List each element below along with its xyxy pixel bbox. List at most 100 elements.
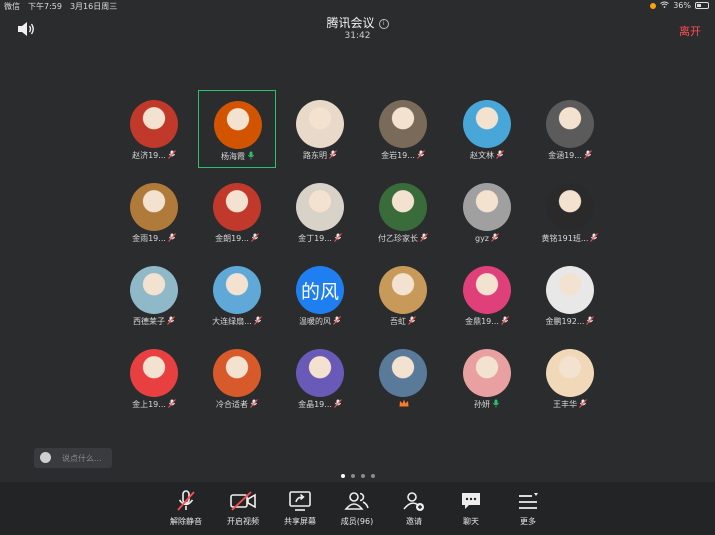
camera-off-icon xyxy=(215,490,271,512)
location-icon xyxy=(650,2,657,9)
avatar xyxy=(546,266,594,314)
participant-tile[interactable]: 大连绿扇... xyxy=(198,256,276,334)
mic-muted-icon xyxy=(250,399,258,410)
avatar xyxy=(379,100,427,148)
page-dot[interactable] xyxy=(350,474,355,478)
video-button[interactable]: 开启视频 xyxy=(215,490,271,527)
mic-on-icon xyxy=(247,151,255,162)
avatar xyxy=(379,266,427,314)
status-time: 下午7:59 xyxy=(28,2,62,11)
mic-muted-icon xyxy=(491,233,499,244)
share-button[interactable]: 共享屏幕 xyxy=(272,490,328,527)
participant-tile[interactable]: 金鹏192... xyxy=(531,256,609,334)
participant-name: 金丁19... xyxy=(281,233,359,244)
avatar xyxy=(213,349,261,397)
mic-muted-icon xyxy=(420,233,428,244)
participant-name xyxy=(364,399,442,409)
participant-name-text: 大连绿扇... xyxy=(212,317,252,326)
participant-tile[interactable]: gyz xyxy=(448,173,526,251)
meeting-title[interactable]: 腾讯会议 i xyxy=(0,14,715,31)
share-screen-icon xyxy=(272,490,328,512)
leave-button[interactable]: 离开 xyxy=(679,23,701,39)
page-indicator[interactable] xyxy=(0,463,715,482)
avatar xyxy=(463,100,511,148)
crown-icon xyxy=(399,399,409,409)
mic-muted-icon xyxy=(586,316,595,327)
mic-muted-icon xyxy=(168,233,176,244)
back-to-app[interactable]: 微信 xyxy=(4,1,20,12)
participant-name: 大连绿扇... xyxy=(198,316,276,327)
more-button[interactable]: 更多 xyxy=(500,490,556,527)
participant-name: 金上19... xyxy=(115,399,193,410)
participant-name: 王丰华 xyxy=(531,399,609,410)
avatar xyxy=(296,183,344,231)
members-button[interactable]: 成员(96) xyxy=(329,490,385,527)
mic-muted-icon xyxy=(579,399,587,410)
participant-tile[interactable]: 金朗19... xyxy=(198,173,276,251)
participant-tile[interactable]: 金岩19... xyxy=(364,90,442,168)
mic-muted-icon xyxy=(333,316,341,327)
avatar xyxy=(546,349,594,397)
more-label: 更多 xyxy=(520,517,536,526)
mic-muted-icon xyxy=(168,399,176,410)
battery-level: 36% xyxy=(673,1,691,10)
participant-tile[interactable]: 的风 温暖的风 xyxy=(281,256,359,334)
page-dot[interactable] xyxy=(370,474,375,478)
participant-tile[interactable]: 西德莱子 xyxy=(115,256,193,334)
status-date: 3月16日周三 xyxy=(69,2,118,11)
battery-icon xyxy=(695,2,709,9)
chat-button[interactable]: 聊天 xyxy=(443,490,499,527)
page-dot[interactable] xyxy=(360,474,365,478)
participant-name: 吾虹 xyxy=(364,316,442,327)
participant-tile[interactable]: 金晶19... xyxy=(281,339,359,417)
meeting-header: 腾讯会议 i 31:42 离开 xyxy=(0,12,715,46)
participant-tile[interactable]: 赵济19... xyxy=(115,90,193,168)
invite-button[interactable]: 邀请 xyxy=(386,490,442,527)
unmute-button[interactable]: 解除静音 xyxy=(158,490,214,527)
participant-tile[interactable]: 付乙珍家长 xyxy=(364,173,442,251)
mic-muted-icon xyxy=(417,150,425,161)
avatar xyxy=(296,349,344,397)
mic-on-icon xyxy=(492,399,500,410)
participant-name: 西德莱子 xyxy=(115,316,193,327)
participant-name-text: 冷合适者 xyxy=(216,400,248,409)
avatar xyxy=(463,183,511,231)
participant-tile[interactable]: 金雨19... xyxy=(115,173,193,251)
participant-tile[interactable]: 吾虹 xyxy=(364,256,442,334)
participant-tile[interactable]: 冷合适者 xyxy=(198,339,276,417)
participant-name: 冷合适者 xyxy=(198,399,276,410)
participant-tile[interactable]: 路东明 xyxy=(281,90,359,168)
participant-tile[interactable]: 金上19... xyxy=(115,339,193,417)
avatar xyxy=(463,349,511,397)
participant-name-text: gyz xyxy=(474,234,489,243)
participant-name-text: 金岩19... xyxy=(381,151,415,160)
participant-name: 黄铭191班... xyxy=(531,233,609,244)
mic-muted-icon xyxy=(253,316,262,327)
page-dot[interactable] xyxy=(340,474,345,478)
mic-muted-icon xyxy=(334,399,342,410)
participant-tile[interactable]: 赵文林 xyxy=(448,90,526,168)
info-icon[interactable]: i xyxy=(378,18,389,29)
participant-name: 赵济19... xyxy=(115,150,193,161)
participant-tile[interactable]: 金丁19... xyxy=(281,173,359,251)
avatar xyxy=(213,183,261,231)
participant-name-text: 金晶19... xyxy=(298,400,332,409)
status-bar: 微信 下午7:59 3月16日周三 36% xyxy=(0,0,715,12)
participant-name: 金涵19... xyxy=(531,150,609,161)
participant-name: 路东明 xyxy=(281,150,359,161)
emoji-icon[interactable] xyxy=(40,452,51,463)
mic-muted-icon xyxy=(501,316,509,327)
participant-tile[interactable]: 孙妍 xyxy=(448,339,526,417)
participant-tile[interactable]: 金鼎19... xyxy=(448,256,526,334)
mic-off-icon xyxy=(158,490,214,512)
wifi-icon xyxy=(660,1,670,10)
participant-tile[interactable]: 杨海霞 xyxy=(198,90,276,168)
participant-name: 杨海霞 xyxy=(199,151,277,162)
participant-tile[interactable]: 金涵19... xyxy=(531,90,609,168)
participant-tile[interactable] xyxy=(364,339,442,417)
meeting-timer: 31:42 xyxy=(344,31,371,41)
chat-icon xyxy=(443,490,499,512)
participant-tile[interactable]: 黄铭191班... xyxy=(531,173,609,251)
mic-muted-icon xyxy=(334,233,342,244)
participant-tile[interactable]: 王丰华 xyxy=(531,339,609,417)
